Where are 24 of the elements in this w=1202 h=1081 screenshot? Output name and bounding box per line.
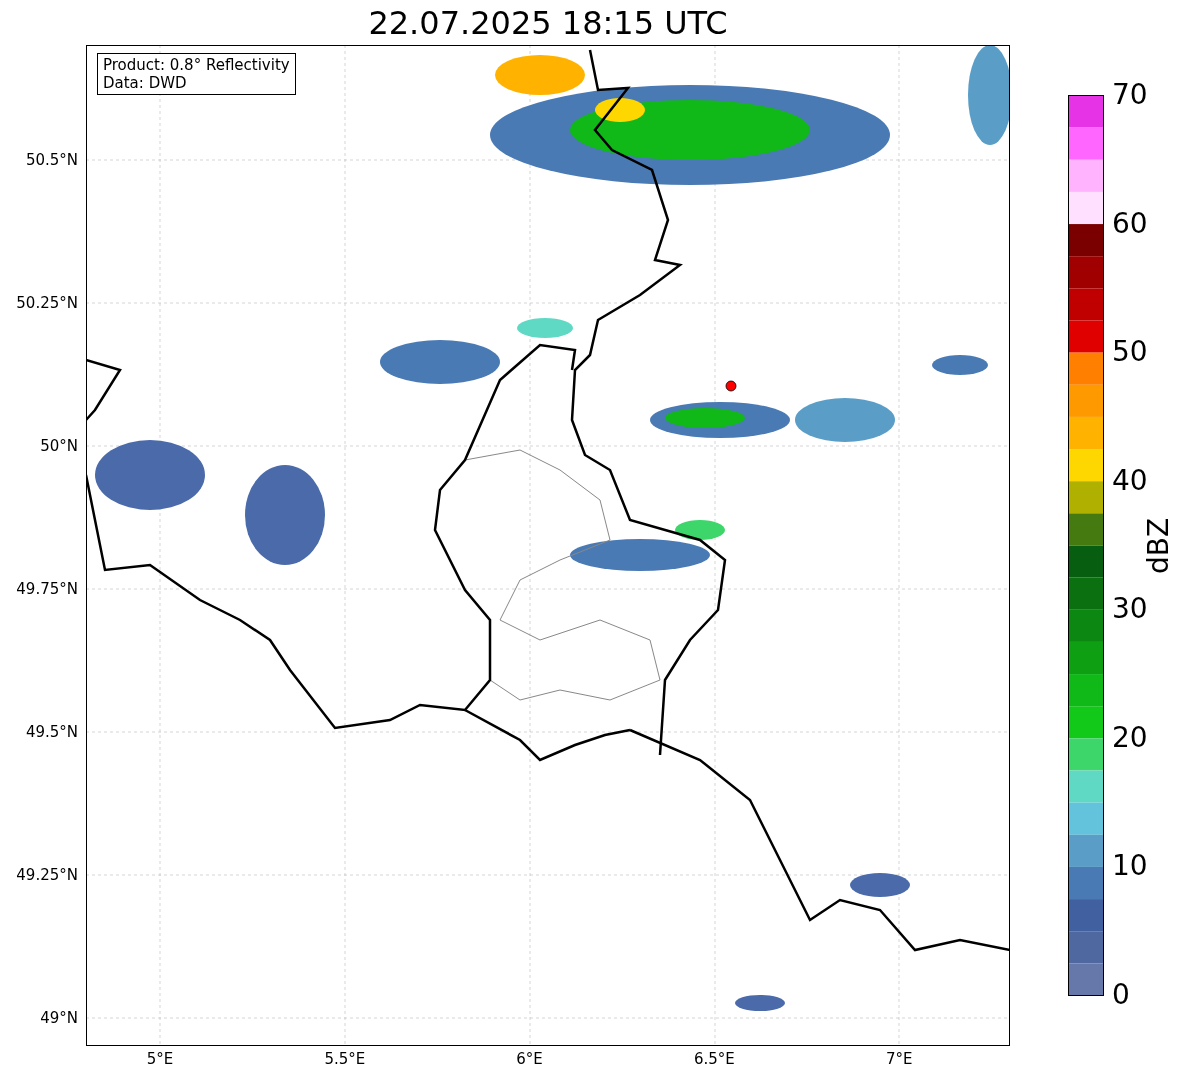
colorbar-tick-label: 30 — [1112, 595, 1148, 624]
y-tick-label: 50.25°N — [16, 295, 78, 311]
y-tick-label: 49.75°N — [16, 581, 78, 597]
colorbar-tick-label: 20 — [1112, 723, 1148, 752]
y-tick-label: 50.5°N — [25, 152, 78, 168]
colorbar-tick-label: 0 — [1112, 981, 1130, 1009]
colorbar-tick-label: 70 — [1112, 81, 1148, 109]
colorbar-tick-label: 10 — [1112, 852, 1148, 881]
y-tick-label: 49.5°N — [25, 724, 78, 740]
x-tick-label: 6°E — [516, 1052, 543, 1067]
colorbar-tick-label: 50 — [1112, 338, 1148, 367]
colorbar-tick-label: 40 — [1112, 466, 1148, 495]
chart-title: 22.07.2025 18:15 UTC — [368, 6, 728, 39]
colorbar-label: dBZ — [1145, 517, 1173, 574]
x-tick-label: 5°E — [146, 1052, 174, 1067]
info-text: Data: DWD — [103, 74, 188, 92]
y-tick-label: 49.25°N — [16, 867, 78, 883]
x-tick-label: 6.5°E — [693, 1052, 735, 1067]
y-tick-label: 49°N — [40, 1010, 78, 1026]
x-tick-label: 5.5°E — [324, 1052, 366, 1067]
colorbar-tick-label: 60 — [1112, 209, 1148, 238]
info-text: Product: 0.8° Reflectivity — [103, 56, 290, 74]
x-tick-label: 7°E — [885, 1052, 913, 1067]
y-tick-label: 50°N — [40, 438, 78, 454]
